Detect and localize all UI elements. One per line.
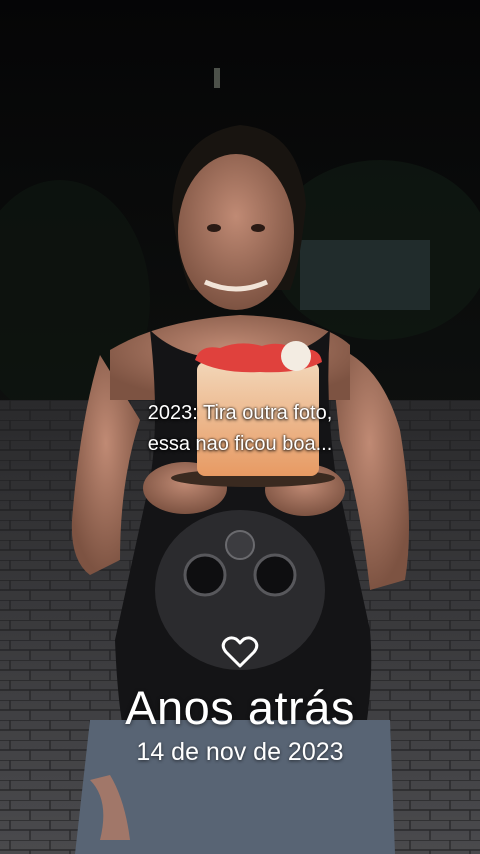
video-caption: 2023: Tira outra foto, essa nao ficou bo…: [0, 398, 480, 460]
memory-title: Anos atrás: [125, 681, 355, 734]
memory-date: 14 de nov de 2023: [136, 738, 344, 766]
memory-overlay: Anos atrás 14 de nov de 2023: [0, 632, 480, 767]
heart-icon: [220, 632, 260, 672]
caption-line-1: 2023: Tira outra foto,: [147, 402, 333, 424]
caption-line-2: essa nao ficou boa...: [147, 433, 333, 455]
